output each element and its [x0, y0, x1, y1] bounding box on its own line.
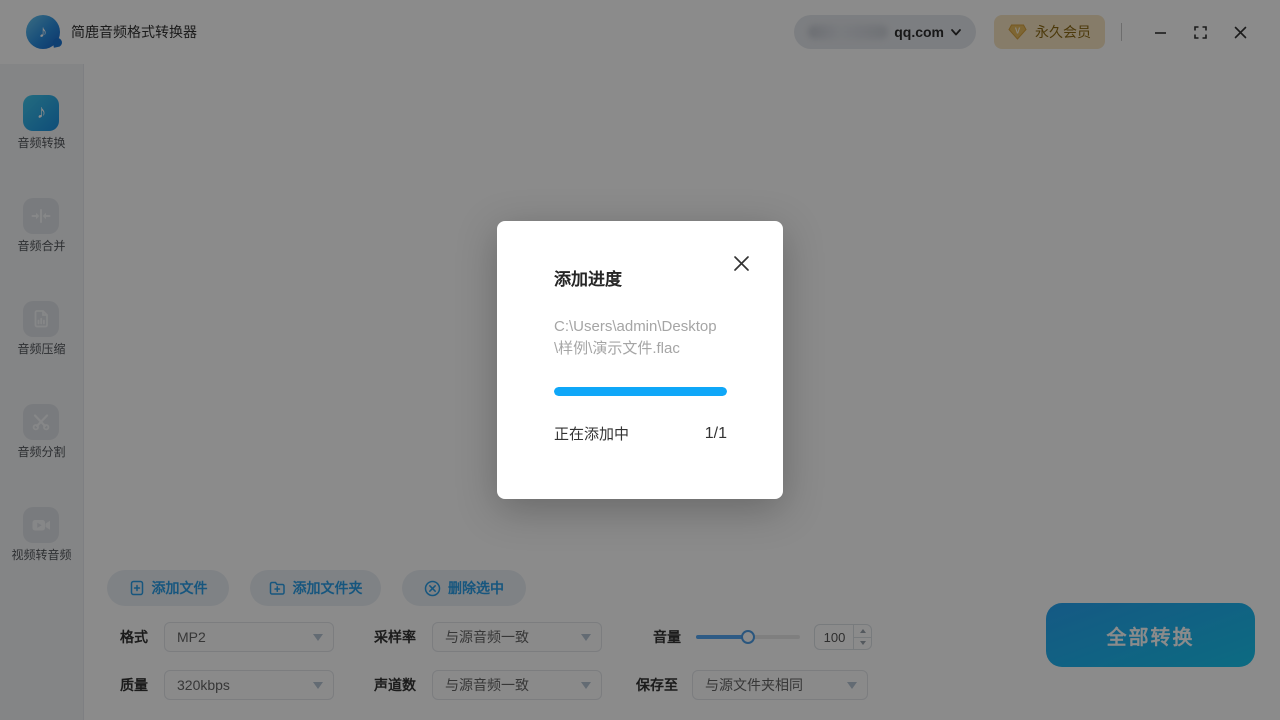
- dialog-title: 添加进度: [554, 270, 622, 289]
- add-progress-bar-fill: [554, 387, 727, 396]
- adding-status-text: 正在添加中: [554, 426, 630, 443]
- add-progress-bar: [554, 387, 727, 396]
- dialog-status-row: 正在添加中 1/1: [554, 423, 727, 444]
- adding-count: 1/1: [704, 424, 727, 442]
- dialog-close-button[interactable]: [726, 248, 756, 278]
- add-progress-dialog: 添加进度 C:\Users\admin\Desktop\样例\演示文件.flac…: [497, 221, 783, 499]
- adding-file-path: C:\Users\admin\Desktop\样例\演示文件.flac: [554, 318, 717, 357]
- close-icon: [733, 255, 749, 271]
